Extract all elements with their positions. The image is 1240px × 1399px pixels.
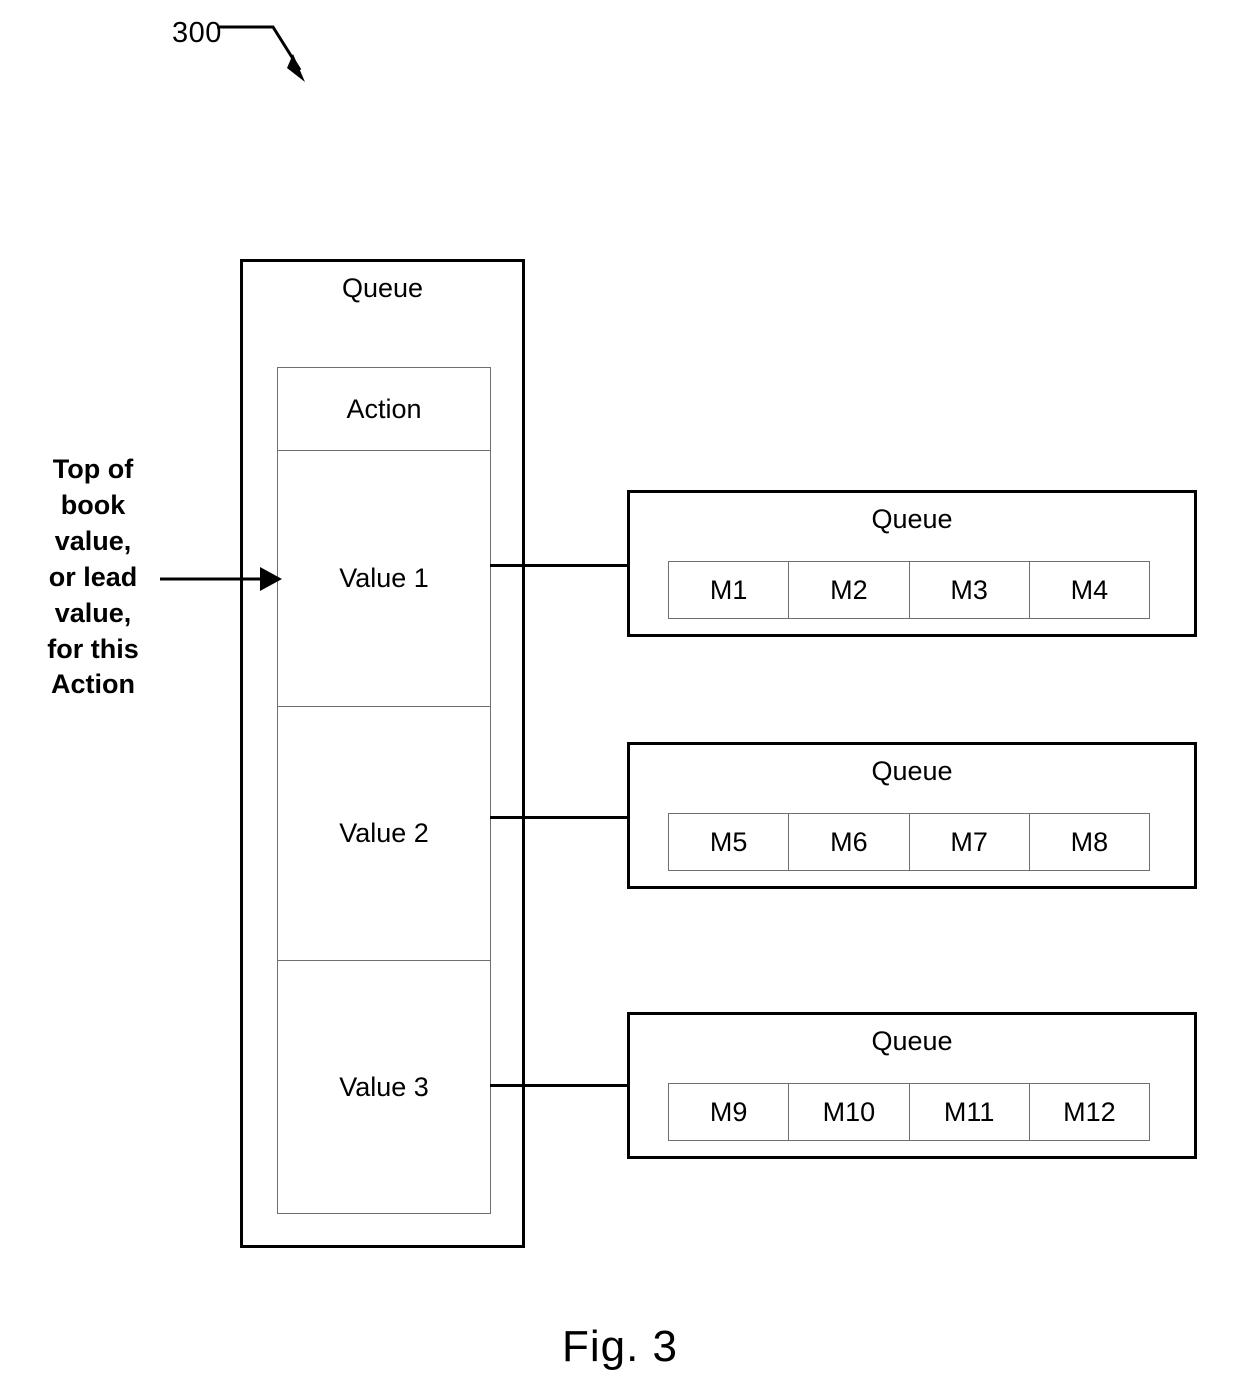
patent-figure-300: 300 Queue Action Value 1 Value 2 Value 3…	[0, 0, 1240, 1399]
message-cell: M6	[789, 814, 910, 870]
connector-value-2	[490, 816, 628, 819]
message-cell: M12	[1063, 1096, 1116, 1127]
annotation-line: value,	[54, 597, 132, 628]
value-3-label: Value 3	[339, 1071, 429, 1102]
message-queue-box-2: Queue M5 M6 M7 M8	[627, 742, 1197, 889]
table-row: Value 2	[278, 707, 490, 961]
value-2-label: Value 2	[339, 818, 429, 848]
left-queue-title: Queue	[341, 273, 424, 303]
message-cell: M9	[669, 1084, 790, 1140]
top-of-book-annotation: Top of book value, or lead value, for th…	[28, 452, 158, 703]
message-queue-box-1: Queue M1 M2 M3 M4	[627, 490, 1197, 637]
action-value-table: Action Value 1 Value 2 Value 3	[277, 367, 491, 1214]
message-cell-row: M9 M10 M11 M12	[668, 1083, 1150, 1141]
message-cell: M7	[910, 814, 1030, 870]
annotation-line: value,	[54, 525, 132, 556]
message-cell-row: M1 M2 M3 M4	[668, 561, 1150, 619]
connector-value-3	[490, 1084, 628, 1087]
annotation-line: Action	[51, 669, 135, 700]
reference-leader-line-icon	[217, 25, 305, 82]
table-row: Value 1	[278, 451, 490, 707]
message-queue-box-3: Queue M9 M10 M11 M12	[627, 1012, 1197, 1159]
message-queue-title: Queue	[871, 504, 953, 534]
figure-caption: Fig. 3	[561, 1322, 679, 1371]
message-cell: M1	[669, 562, 790, 618]
table-row: Value 3	[278, 961, 490, 1213]
message-cell: M5	[669, 814, 790, 870]
annotation-line: Top of	[52, 454, 134, 484]
annotation-line: for this	[47, 633, 139, 664]
message-cell: M10	[789, 1084, 910, 1140]
message-queue-title: Queue	[871, 1026, 953, 1056]
message-cell: M8	[1070, 826, 1109, 857]
action-header-label: Action	[346, 393, 422, 424]
message-cell: M3	[910, 562, 1030, 618]
message-cell: M4	[1070, 574, 1109, 605]
annotation-line: book	[60, 489, 126, 520]
action-table-header: Action	[278, 368, 490, 451]
message-cell: M11	[910, 1084, 1030, 1140]
message-cell: M2	[789, 562, 910, 618]
message-queue-title: Queue	[871, 756, 953, 786]
message-cell-row: M5 M6 M7 M8	[668, 813, 1150, 871]
annotation-arrow-icon	[160, 567, 282, 591]
value-1-label: Value 1	[339, 563, 429, 593]
connector-value-1	[490, 564, 628, 567]
annotation-line: or lead	[48, 561, 138, 592]
